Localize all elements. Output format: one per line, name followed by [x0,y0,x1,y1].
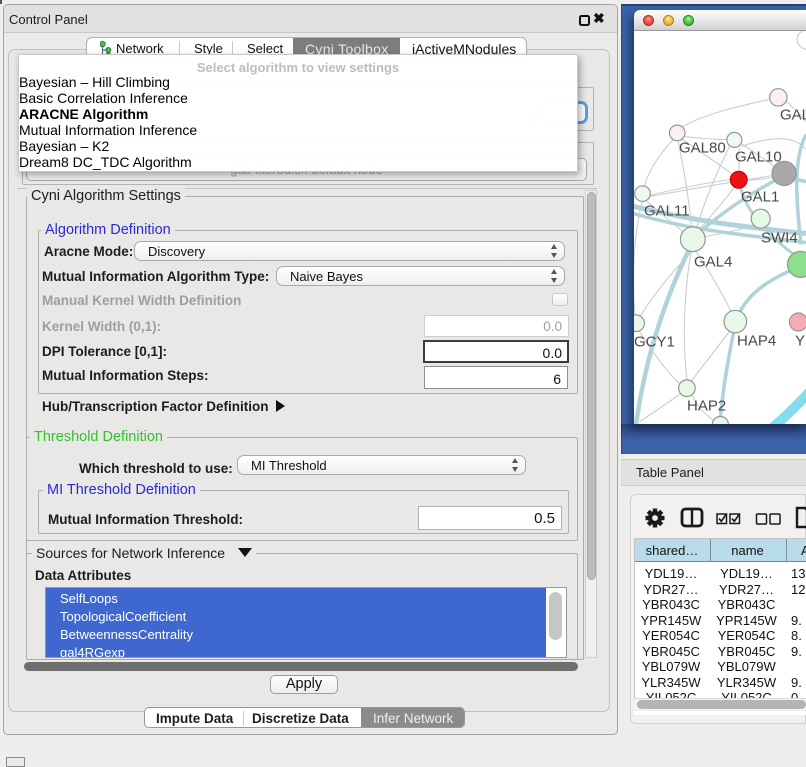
svg-text:GAL11: GAL11 [644,203,690,220]
svg-text:GAL10: GAL10 [735,149,782,166]
svg-text:HAP2: HAP2 [687,398,726,415]
svg-text:GAL7: GAL7 [780,107,806,124]
svg-text:SWI4: SWI4 [761,230,798,247]
svg-text:GCY1: GCY1 [634,334,675,351]
svg-text:Y: Y [795,333,805,350]
svg-text:HAP4: HAP4 [737,333,776,350]
svg-text:GAL4: GAL4 [694,254,732,271]
svg-text:GAL80: GAL80 [679,140,726,157]
svg-text:GAL1: GAL1 [741,189,779,206]
